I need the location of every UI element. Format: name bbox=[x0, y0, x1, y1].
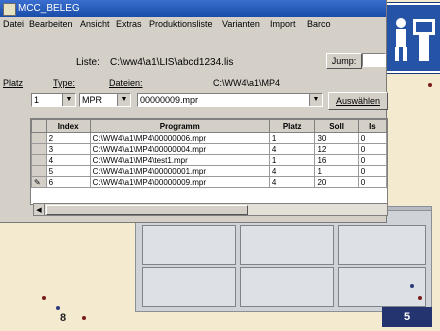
platz-label: Platz bbox=[3, 78, 24, 88]
cell-index[interactable]: 2 bbox=[45, 132, 91, 144]
page-number-right: 5 bbox=[403, 311, 411, 323]
panel-cell bbox=[240, 267, 334, 307]
table-row[interactable]: 5 C:\WW4\a1\MP4\00000001.mpr 4 1 0 bbox=[31, 165, 387, 177]
decorative-dot bbox=[428, 83, 432, 87]
page-number-left: 8 bbox=[60, 312, 67, 324]
cell-programm[interactable]: C:\WW4\a1\MP4\00000001.mpr bbox=[89, 165, 270, 177]
decorative-dot bbox=[410, 284, 414, 288]
menu-barco[interactable]: Barco bbox=[307, 19, 331, 29]
cell-soll[interactable]: 12 bbox=[314, 143, 359, 155]
cell-programm[interactable]: C:\WW4\a1\MP4\00000004.mpr bbox=[89, 143, 270, 155]
panel-cell bbox=[142, 267, 236, 307]
cell-platz[interactable]: 1 bbox=[268, 132, 316, 144]
dateien-path: C:\WW4\a1\MP4 bbox=[213, 78, 281, 88]
cell-platz[interactable]: 4 bbox=[268, 143, 316, 155]
header-soll[interactable]: Soll bbox=[314, 119, 359, 133]
row-indicator[interactable] bbox=[31, 143, 47, 155]
jump-input[interactable] bbox=[362, 53, 386, 67]
platz-select[interactable]: 1 ▼ bbox=[31, 93, 76, 107]
menu-datei[interactable]: Datei bbox=[3, 19, 24, 29]
cell-programm[interactable]: C:\WW4\a1\MP4\test1.mpr bbox=[89, 154, 270, 166]
title-bar[interactable]: MCC_BELEG bbox=[0, 0, 386, 17]
menu-varianten[interactable]: Varianten bbox=[222, 19, 260, 29]
cell-ist[interactable]: 0 bbox=[357, 165, 387, 177]
edit-pencil-icon: ✎ bbox=[34, 177, 41, 187]
scrollbar-thumb[interactable] bbox=[46, 205, 248, 215]
header-ist[interactable]: Is bbox=[357, 119, 387, 133]
chevron-down-icon[interactable]: ▼ bbox=[309, 94, 322, 106]
cell-ist[interactable]: 0 bbox=[357, 143, 387, 155]
cell-index[interactable]: 3 bbox=[45, 143, 91, 155]
jump-button-label: Jump: bbox=[331, 56, 357, 66]
decorative-dot bbox=[42, 296, 46, 300]
cell-platz[interactable]: 4 bbox=[268, 176, 316, 188]
panel-cell bbox=[142, 225, 236, 265]
type-label: Type: bbox=[53, 78, 76, 88]
menu-extras[interactable]: Extras bbox=[116, 19, 142, 29]
cell-soll[interactable]: 16 bbox=[314, 154, 359, 166]
table-row[interactable]: 3 C:\WW4\a1\MP4\00000004.mpr 4 12 0 bbox=[31, 143, 387, 155]
auswaehlen-button[interactable]: Auswählen bbox=[328, 92, 388, 110]
program-table: Index Programm Platz Soll Is 2 C:\WW4\a1… bbox=[30, 118, 388, 205]
cell-index[interactable]: 6 bbox=[45, 176, 91, 188]
decorative-dot bbox=[82, 316, 86, 320]
decorative-dot bbox=[56, 306, 60, 310]
cell-ist[interactable]: 0 bbox=[357, 154, 387, 166]
jump-button[interactable]: Jump: bbox=[326, 53, 362, 69]
scroll-left-icon[interactable]: ◀ bbox=[34, 204, 45, 215]
header-platz[interactable]: Platz bbox=[268, 119, 316, 133]
chevron-down-icon[interactable]: ▼ bbox=[117, 94, 130, 106]
operator-machine-icon bbox=[383, 3, 440, 73]
table-header: Index Programm Platz Soll Is bbox=[31, 119, 387, 133]
table-row[interactable]: ✎ 6 C:\WW4\a1\MP4\00000009.mpr 4 20 0 bbox=[31, 176, 387, 188]
type-select-value: MPR bbox=[82, 95, 102, 105]
horizontal-scrollbar[interactable]: ◀ bbox=[33, 203, 388, 216]
cell-platz[interactable]: 4 bbox=[268, 165, 316, 177]
cell-ist[interactable]: 0 bbox=[357, 176, 387, 188]
dateien-label: Dateien: bbox=[109, 78, 143, 88]
menu-produktionsliste[interactable]: Produktionsliste bbox=[149, 19, 213, 29]
cell-platz[interactable]: 1 bbox=[268, 154, 316, 166]
window-title: MCC_BELEG bbox=[18, 3, 80, 14]
cell-ist[interactable]: 0 bbox=[357, 132, 387, 144]
list-path: C:\ww4\a1\LIS\abcd1234.lis bbox=[110, 57, 234, 68]
mcc-beleg-window: MCC_BELEG Datei Bearbeiten Ansicht Extra… bbox=[0, 0, 388, 223]
table-row[interactable]: 4 C:\WW4\a1\MP4\test1.mpr 1 16 0 bbox=[31, 154, 387, 166]
page-number-badge: 5 bbox=[382, 307, 432, 327]
cell-index[interactable]: 4 bbox=[45, 154, 91, 166]
menu-bearbeiten[interactable]: Bearbeiten bbox=[29, 19, 73, 29]
file-select-value: 00000009.mpr bbox=[140, 95, 199, 105]
chevron-down-icon[interactable]: ▼ bbox=[62, 94, 75, 106]
cell-programm[interactable]: C:\WW4\a1\MP4\00000006.mpr bbox=[89, 132, 270, 144]
header-index[interactable]: Index bbox=[45, 119, 91, 133]
menu-import[interactable]: Import bbox=[270, 19, 296, 29]
app-icon bbox=[3, 3, 16, 16]
platz-select-value: 1 bbox=[34, 95, 40, 105]
row-indicator[interactable]: ✎ bbox=[31, 176, 47, 188]
type-select[interactable]: MPR ▼ bbox=[79, 93, 131, 107]
menu-ansicht[interactable]: Ansicht bbox=[80, 19, 110, 29]
file-select[interactable]: 00000009.mpr ▼ bbox=[137, 93, 323, 107]
header-indicator bbox=[31, 119, 47, 133]
cell-programm[interactable]: C:\WW4\a1\MP4\00000009.mpr bbox=[89, 176, 270, 188]
header-programm[interactable]: Programm bbox=[89, 119, 270, 133]
panel-cell bbox=[240, 225, 334, 265]
table-row[interactable]: 2 C:\WW4\a1\MP4\00000006.mpr 1 30 0 bbox=[31, 132, 387, 144]
cell-index[interactable]: 5 bbox=[45, 165, 91, 177]
row-indicator[interactable] bbox=[31, 132, 47, 144]
row-indicator[interactable] bbox=[31, 154, 47, 166]
menu-bar: Datei Bearbeiten Ansicht Extras Produkti… bbox=[0, 17, 386, 32]
list-label: Liste: bbox=[76, 57, 100, 68]
cell-soll[interactable]: 1 bbox=[314, 165, 359, 177]
background-machine-panel bbox=[135, 210, 432, 312]
row-indicator[interactable] bbox=[31, 165, 47, 177]
auswaehlen-button-label: Auswählen bbox=[335, 96, 381, 106]
cell-soll[interactable]: 20 bbox=[314, 176, 359, 188]
decorative-dot bbox=[418, 296, 422, 300]
panel-cell bbox=[338, 225, 426, 265]
cell-soll[interactable]: 30 bbox=[314, 132, 359, 144]
